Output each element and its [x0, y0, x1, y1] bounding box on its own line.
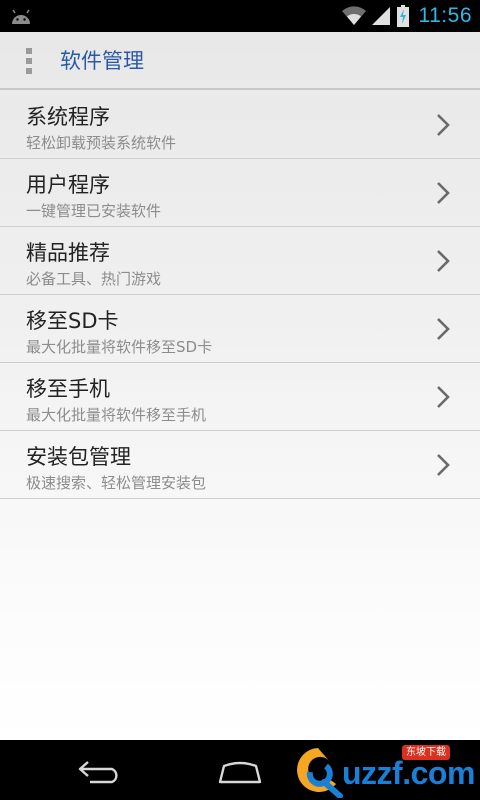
- signal-icon: [371, 7, 390, 25]
- menu-item-move-to-phone[interactable]: 移至手机 最大化批量将软件移至手机: [0, 363, 480, 431]
- menu-item-subtitle: 最大化批量将软件移至手机: [26, 406, 207, 424]
- chevron-right-icon: [437, 386, 450, 408]
- menu-item-user-apps[interactable]: 用户程序 一键管理已安装软件: [0, 159, 480, 227]
- menu-item-subtitle: 最大化批量将软件移至SD卡: [26, 338, 213, 356]
- menu-item-package-manager[interactable]: 安装包管理 极速搜索、轻松管理安装包: [0, 431, 480, 499]
- android-icon: [12, 9, 30, 24]
- status-clock: 11:56: [418, 4, 472, 27]
- menu-item-title: 用户程序: [26, 173, 110, 197]
- chevron-right-icon: [437, 454, 450, 476]
- overflow-menu-icon[interactable]: [22, 46, 36, 76]
- watermark-text: uzzf.com: [342, 755, 475, 791]
- menu-item-system-apps[interactable]: 系统程序 轻松卸载预装系统软件: [0, 91, 480, 159]
- menu-list: 系统程序 轻松卸载预装系统软件 用户程序 一键管理已安装软件 精品推荐 必备工具…: [0, 91, 480, 499]
- chevron-right-icon: [437, 318, 450, 340]
- logo-swirl-icon: [297, 748, 343, 798]
- app-screen: 软件管理 系统程序 轻松卸载预装系统软件 用户程序 一键管理已安装软件 精品推荐…: [0, 32, 480, 740]
- watermark-logo: 东坡下载 uzzf.com: [290, 742, 475, 798]
- menu-item-title: 移至手机: [26, 377, 110, 401]
- chevron-right-icon: [437, 182, 450, 204]
- chevron-right-icon: [437, 114, 450, 136]
- page-title: 软件管理: [60, 49, 144, 73]
- menu-item-subtitle: 极速搜索、轻松管理安装包: [26, 474, 207, 492]
- home-icon[interactable]: [216, 760, 264, 784]
- menu-item-subtitle: 必备工具、热门游戏: [26, 270, 162, 288]
- back-icon[interactable]: [76, 758, 124, 784]
- menu-item-subtitle: 一键管理已安装软件: [26, 202, 162, 220]
- menu-item-title: 系统程序: [26, 105, 110, 129]
- menu-item-move-to-sd[interactable]: 移至SD卡 最大化批量将软件移至SD卡: [0, 295, 480, 363]
- menu-item-title: 移至SD卡: [26, 309, 119, 333]
- status-icons: 11:56: [341, 0, 473, 32]
- wifi-icon: [341, 6, 366, 26]
- battery-charging-icon: [396, 5, 409, 27]
- menu-item-recommended[interactable]: 精品推荐 必备工具、热门游戏: [0, 227, 480, 295]
- navigation-bar: 东坡下载 uzzf.com: [0, 740, 480, 800]
- chevron-right-icon: [437, 250, 450, 272]
- menu-item-subtitle: 轻松卸载预装系统软件: [26, 134, 177, 152]
- menu-item-title: 安装包管理: [26, 445, 131, 469]
- menu-item-title: 精品推荐: [26, 241, 110, 265]
- action-bar: 软件管理: [0, 32, 480, 90]
- status-bar: 11:56: [0, 0, 480, 32]
